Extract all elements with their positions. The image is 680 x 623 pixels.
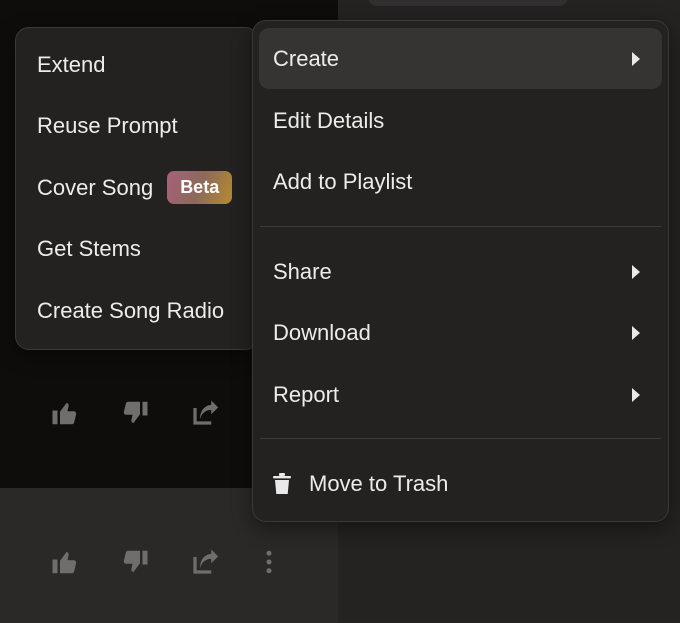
menu-item-label: Edit Details [273,107,385,133]
menu-item-reuse-prompt[interactable]: Reuse Prompt [22,95,252,156]
menu-divider [260,226,661,227]
menu-item-label: Move to Trash [309,470,449,496]
menu-item-download[interactable]: Download [259,302,662,363]
beta-badge: Beta [167,171,233,204]
menu-item-create[interactable]: Create [259,28,662,89]
menu-item-label: Report [273,381,340,407]
menu-item-label: Download [273,319,371,345]
menu-item-label: Reuse Prompt [37,112,178,138]
thumbs-up-icon[interactable] [50,547,80,577]
menu-item-cover-song[interactable]: Cover Song Beta [22,157,252,218]
menu-item-extend[interactable]: Extend [22,34,252,95]
song-context-menu: Create Edit Details Add to Playlist Shar… [252,20,669,522]
menu-item-report[interactable]: Report [259,364,662,425]
menu-item-share[interactable]: Share [259,241,662,302]
menu-item-get-stems[interactable]: Get Stems [22,218,252,279]
thumbs-down-icon[interactable] [120,398,150,428]
share-icon[interactable] [190,547,220,577]
thumbs-up-icon[interactable] [50,398,80,428]
menu-item-label: Create Song Radio [37,297,225,323]
menu-item-create-song-radio[interactable]: Create Song Radio [22,280,252,341]
right-panel-header-peek [368,0,568,6]
menu-item-label: Add to Playlist [273,168,413,194]
trash-icon [273,472,291,494]
chevron-right-icon [632,325,640,340]
menu-item-add-to-playlist[interactable]: Add to Playlist [259,151,662,212]
menu-item-move-to-trash[interactable]: Move to Trash [259,453,662,514]
create-submenu: Extend Reuse Prompt Cover Song Beta Get … [15,27,259,350]
chevron-right-icon [632,264,640,279]
chevron-right-icon [632,51,640,66]
menu-item-label: Get Stems [37,235,141,261]
more-options-icon[interactable] [254,547,284,577]
chevron-right-icon [632,387,640,402]
menu-item-edit-details[interactable]: Edit Details [259,90,662,151]
menu-item-label: Extend [37,51,106,77]
menu-item-label: Cover Song [37,174,154,200]
menu-divider [260,438,661,439]
thumbs-down-icon[interactable] [120,547,150,577]
menu-item-label: Create [273,45,340,71]
share-icon[interactable] [190,398,220,428]
menu-item-label: Share [273,258,332,284]
